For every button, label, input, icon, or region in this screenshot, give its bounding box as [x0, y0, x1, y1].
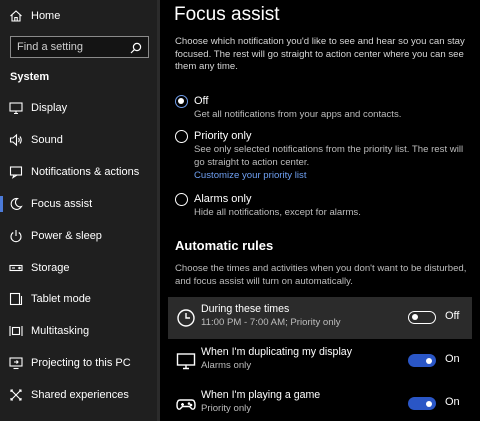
shared-experiences-icon [9, 388, 23, 402]
settings-window: Home System Display [0, 0, 480, 421]
option-label-priority-only[interactable]: Priority only [194, 130, 251, 142]
multitasking-icon [9, 324, 23, 338]
notifications-icon [9, 165, 23, 179]
toggle-during-these-times[interactable] [408, 311, 436, 324]
toggle-state-label: On [445, 353, 460, 365]
customize-priority-list-link[interactable]: Customize your priority list [194, 170, 307, 181]
tablet-mode-icon [9, 292, 23, 306]
radio-priority-only[interactable] [175, 130, 188, 143]
sidebar-item-focus-assist[interactable]: Focus assist [0, 189, 157, 219]
sidebar-item-multitasking[interactable]: Multitasking [0, 316, 157, 346]
toggle-state-label: Off [445, 310, 460, 322]
rule-title: When I'm playing a game [201, 389, 321, 401]
option-desc-alarms-only: Hide all notifications, except for alarm… [194, 207, 361, 218]
sidebar-item-projecting[interactable]: Projecting to this PC [0, 348, 157, 378]
sidebar-item-label: Storage [31, 262, 70, 274]
moon-icon [9, 197, 23, 211]
display-icon [9, 101, 23, 115]
search-input[interactable] [17, 39, 125, 55]
sidebar-item-label: Projecting to this PC [31, 357, 131, 369]
toggle-duplicating-display[interactable] [408, 354, 436, 367]
sidebar-item-notifications[interactable]: Notifications & actions [0, 157, 157, 187]
page-title: Focus assist [174, 4, 280, 25]
sidebar: Home System Display [0, 0, 157, 421]
option-label-off[interactable]: Off [194, 95, 208, 107]
rule-duplicating-display[interactable]: When I'm duplicating my display Alarms o… [168, 340, 472, 382]
sidebar-item-display[interactable]: Display [0, 93, 157, 123]
sidebar-item-home[interactable]: Home [0, 1, 157, 31]
option-desc-priority-only: See only selected notifications from the… [194, 144, 464, 168]
sidebar-item-label: Multitasking [31, 325, 90, 337]
rule-subtitle: Priority only [201, 403, 252, 414]
toggle-state-label: On [445, 396, 460, 408]
home-label: Home [31, 10, 61, 22]
sidebar-item-shared-experiences[interactable]: Shared experiences [0, 380, 157, 410]
storage-icon [9, 261, 23, 275]
rule-subtitle: Alarms only [201, 360, 252, 371]
monitor-icon [176, 351, 196, 371]
radio-off[interactable] [175, 95, 188, 108]
intro-text: Choose which notification you'd like to … [175, 36, 465, 72]
projecting-icon [9, 356, 23, 370]
sidebar-item-label: Notifications & actions [31, 166, 140, 178]
sidebar-item-sound[interactable]: Sound [0, 125, 157, 155]
rule-title: During these times [201, 303, 290, 315]
sidebar-item-storage[interactable]: Storage [0, 253, 157, 283]
sidebar-item-label: Sound [31, 134, 63, 146]
automatic-rules-title: Automatic rules [175, 238, 274, 253]
sidebar-item-label: Display [31, 102, 68, 114]
sidebar-section-title: System [10, 71, 50, 83]
sidebar-item-label: Focus assist [31, 198, 93, 210]
sidebar-item-label: Power & sleep [31, 230, 102, 242]
radio-alarms-only[interactable] [175, 193, 188, 206]
clock-icon [176, 308, 196, 328]
option-label-alarms-only[interactable]: Alarms only [194, 193, 251, 205]
home-icon [9, 9, 23, 23]
search-box [10, 36, 149, 58]
sound-icon [9, 133, 23, 147]
sidebar-item-power-sleep[interactable]: Power & sleep [0, 221, 157, 251]
sidebar-item-label: Shared experiences [31, 389, 129, 401]
power-icon [9, 229, 23, 243]
search-icon[interactable] [130, 41, 142, 54]
option-desc-off: Get all notifications from your apps and… [194, 109, 402, 120]
main-content: Focus assist Choose which notification y… [160, 0, 480, 421]
rule-during-these-times[interactable]: During these times 11:00 PM - 7:00 AM; P… [168, 297, 472, 339]
gamepad-icon [176, 394, 196, 414]
automatic-rules-desc: Choose the times and activities when you… [175, 263, 467, 287]
rule-subtitle: 11:00 PM - 7:00 AM; Priority only [201, 317, 341, 328]
rule-title: When I'm duplicating my display [201, 346, 352, 358]
toggle-playing-game[interactable] [408, 397, 436, 410]
sidebar-item-label: Tablet mode [31, 293, 91, 305]
rule-playing-game[interactable]: When I'm playing a game Priority only On [168, 383, 472, 421]
sidebar-item-tablet-mode[interactable]: Tablet mode [0, 284, 157, 314]
